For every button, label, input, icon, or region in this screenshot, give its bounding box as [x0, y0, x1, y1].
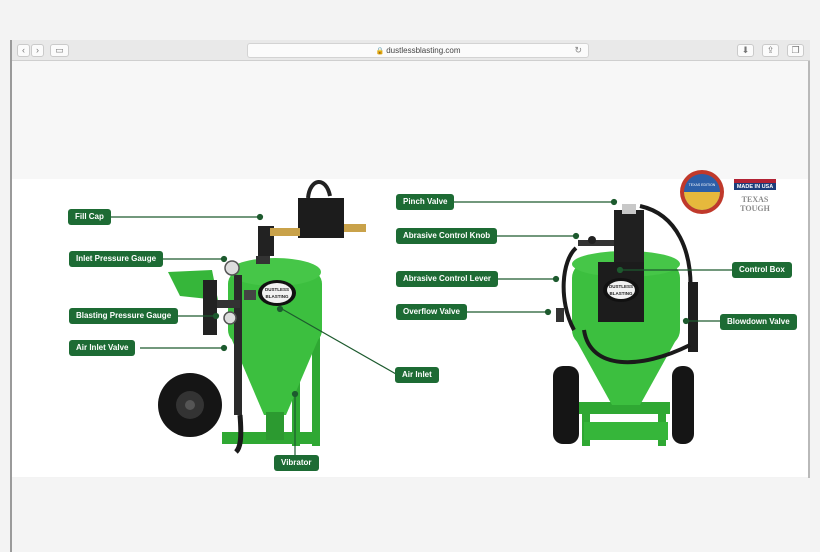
texas-edition-text: TEXAS EDITION	[689, 183, 716, 187]
right-logo-line2: BLASTING	[610, 291, 633, 296]
label-control-box: Control Box	[732, 262, 792, 278]
label-air-inlet: Air Inlet	[395, 367, 439, 383]
left-logo-line2: BLASTING	[266, 294, 289, 299]
label-fill-cap: Fill Cap	[68, 209, 111, 225]
left-blaster-machine	[158, 180, 366, 454]
label-blasting-pressure-gauge: Blasting Pressure Gauge	[69, 308, 179, 324]
label-vibrator: Vibrator	[274, 455, 319, 471]
label-pinch-valve: Pinch Valve	[396, 194, 455, 210]
left-logo-line1: DUSTLESS	[265, 287, 289, 292]
label-air-inlet-valve: Air Inlet Valve	[69, 340, 136, 356]
label-inlet-pressure-gauge: Inlet Pressure Gauge	[69, 251, 164, 267]
texas-tough-line1: TEXAS	[742, 195, 769, 204]
label-overflow-valve: Overflow Valve	[396, 304, 467, 320]
label-abrasive-control-knob: Abrasive Control Knob	[396, 228, 498, 244]
label-blowdown-valve: Blowdown Valve	[720, 314, 797, 330]
texas-edition-badge: TEXAS EDITION	[680, 170, 724, 214]
made-in-usa-text: MADE IN USA	[737, 184, 773, 190]
made-in-usa-badge: MADE IN USA TEXAS TOUGH	[734, 179, 776, 213]
label-abrasive-control-lever: Abrasive Control Lever	[396, 271, 499, 287]
right-blaster-machine	[553, 204, 698, 446]
texas-tough-line2: TOUGH	[740, 204, 770, 213]
right-logo-line1: DUSTLESS	[609, 284, 633, 289]
